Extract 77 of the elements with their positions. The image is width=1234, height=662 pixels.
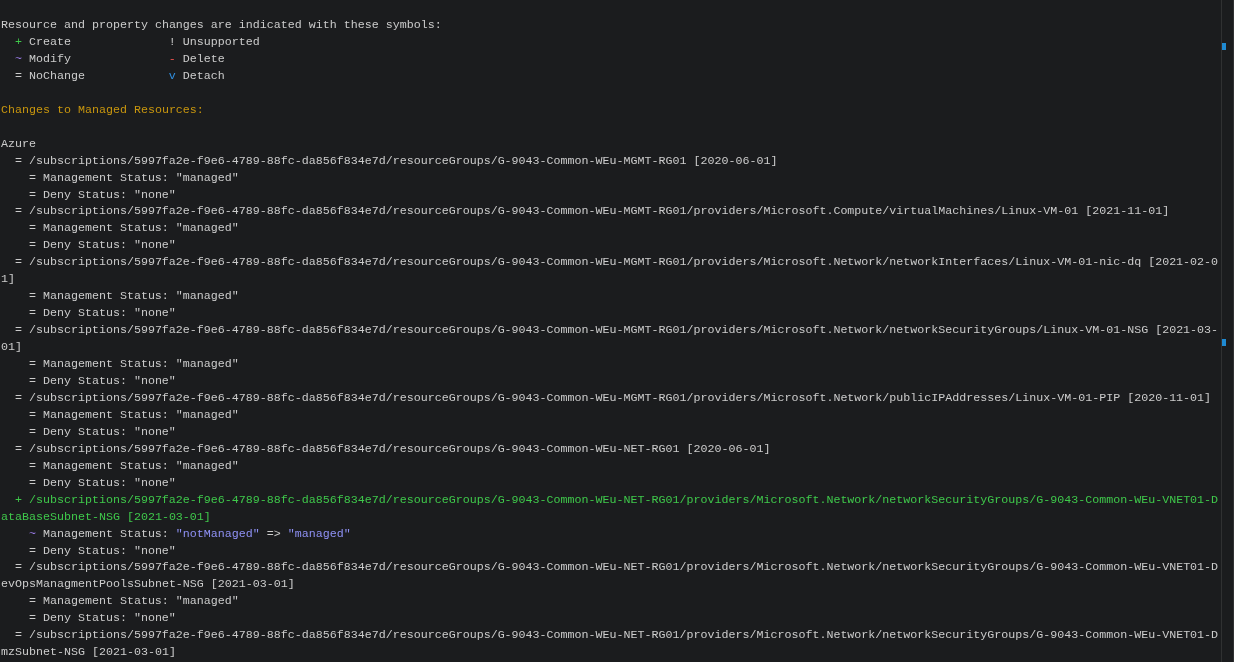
legend-symbol: -	[168, 51, 176, 66]
legend-heading: Resource and property changes are indicated with these symbols:	[1, 18, 442, 32]
change-symbol: =	[28, 221, 36, 236]
legend-symbol: =	[15, 68, 22, 83]
change-symbol: =	[28, 475, 36, 490]
property-value: "managed"	[175, 170, 239, 185]
change-symbol: =	[28, 594, 36, 609]
property-value: "managed"	[175, 458, 239, 473]
property-name: Deny Status:	[42, 238, 127, 253]
value-after: "managed"	[287, 526, 351, 541]
resource-line: = /subscriptions/5997fa2e-f9e6-4789-88fc-da856f834e7d/resourceGroups/G-9043-Common-WEu-MGMT-RG01/providers/Microsoft.Network/networkInterfaces/Linux-VM-01-nic-dq [2021-02-01]	[1, 255, 1219, 287]
property-name: Deny Status:	[42, 543, 127, 558]
change-symbol: =	[28, 611, 36, 626]
resource-line: = /subscriptions/5997fa2e-f9e6-4789-88fc-da856f834e7d/resourceGroups/G-9043-Common-WEu-MGMT-RG01/providers/Microsoft.Network/publicIPAddresses/Linux-VM-01-PIP [2020-11-01]	[15, 390, 1212, 405]
change-symbol: ~	[28, 526, 36, 541]
change-symbol: =	[28, 357, 36, 372]
change-symbol: =	[28, 374, 36, 388]
change-symbol: =	[28, 289, 36, 304]
legend-symbol: ~	[15, 51, 22, 66]
property-value: "none"	[133, 424, 176, 439]
property-value: "managed"	[175, 357, 239, 372]
property-name: Management Status:	[42, 407, 169, 422]
value-before: "notManaged"	[175, 526, 260, 541]
property-name: Deny Status:	[42, 374, 127, 388]
property-name: Deny Status:	[42, 187, 127, 202]
property-value: "managed"	[175, 221, 239, 236]
resource-line: = /subscriptions/5997fa2e-f9e6-4789-88fc-da856f834e7d/resourceGroups/G-9043-Common-WEu-NET-RG01/providers/Microsoft.Network/networkSecurityGroups/G-9043-Common-WEu-VNET01-DmzSubnet-NSG [2021-03-01]	[1, 628, 1219, 660]
property-name: Management Status:	[42, 289, 169, 304]
property-name: Management Status:	[42, 594, 169, 609]
legend-label: Create	[28, 34, 71, 49]
scrollbar[interactable]	[1221, 0, 1234, 662]
property-name: Deny Status:	[42, 306, 127, 321]
property-value: "none"	[133, 475, 176, 490]
legend-label: NoChange	[28, 68, 85, 83]
legend-label: Detach	[182, 68, 225, 83]
property-value: "managed"	[175, 594, 239, 609]
legend-label: Modify	[28, 51, 71, 66]
change-symbol: =	[28, 543, 36, 558]
section-heading: Changes to Managed Resources:	[1, 102, 204, 117]
legend-label: Unsupported	[182, 34, 260, 49]
provider-heading: Azure	[1, 136, 36, 151]
property-name: Deny Status:	[42, 475, 127, 490]
change-symbol: =	[28, 238, 36, 253]
property-value: "none"	[133, 306, 176, 321]
property-value: "managed"	[175, 289, 239, 304]
change-symbol: =	[28, 458, 36, 473]
legend-symbol: +	[15, 34, 22, 49]
resource-line: = /subscriptions/5997fa2e-f9e6-4789-88fc-da856f834e7d/resourceGroups/G-9043-Common-WEu-MGMT-RG01/providers/Microsoft.Network/networkSecurityGroups/Linux-VM-01-NSG [2021-03-01]	[1, 323, 1219, 355]
property-value: "none"	[133, 238, 176, 253]
legend-symbol: !	[168, 34, 176, 49]
property-name: Deny Status:	[42, 424, 127, 439]
change-symbol: =	[28, 187, 36, 202]
property-value: "none"	[133, 187, 176, 202]
property-name: Management Status:	[42, 526, 169, 541]
change-symbol: =	[28, 170, 36, 185]
property-name: Management Status:	[42, 357, 169, 372]
scroll-marker-icon	[1222, 43, 1226, 50]
property-name: Management Status:	[42, 170, 169, 185]
resource-line: = /subscriptions/5997fa2e-f9e6-4789-88fc-da856f834e7d/resourceGroups/G-9043-Common-WEu-NET-RG01/providers/Microsoft.Network/networkSecurityGroups/G-9043-Common-WEu-VNET01-DevOpsManagmentPoolsSubnet-NSG [2021-03-01]	[1, 560, 1219, 592]
change-symbol: =	[28, 424, 36, 439]
property-value: "none"	[133, 611, 176, 626]
resource-line: = /subscriptions/5997fa2e-f9e6-4789-88fc-da856f834e7d/resourceGroups/G-9043-Common-WEu-MGMT-RG01 [2020-06-01]	[15, 153, 778, 168]
change-symbol: =	[28, 407, 36, 422]
transition-arrow: =>	[266, 526, 281, 541]
scroll-marker-icon	[1222, 339, 1226, 346]
resource-line: = /subscriptions/5997fa2e-f9e6-4789-88fc-da856f834e7d/resourceGroups/G-9043-Common-WEu-NET-RG01 [2020-06-01]	[15, 441, 771, 456]
property-value: "none"	[133, 374, 176, 388]
legend-symbol: v	[168, 68, 176, 83]
change-symbol: =	[28, 306, 36, 321]
property-name: Management Status:	[42, 221, 169, 236]
property-name: Deny Status:	[42, 611, 127, 626]
legend-label: Delete	[182, 51, 225, 66]
resource-line: + /subscriptions/5997fa2e-f9e6-4789-88fc-da856f834e7d/resourceGroups/G-9043-Common-WEu-NET-RG01/providers/Microsoft.Network/networkSecurityGroups/G-9043-Common-WEu-VNET01-DataBaseSubnet-NSG [2021-03-01]	[1, 492, 1219, 524]
resource-line: = /subscriptions/5997fa2e-f9e6-4789-88fc-da856f834e7d/resourceGroups/G-9043-Common-WEu-MGMT-RG01/providers/Microsoft.Compute/virtualMachines/Linux-VM-01 [2021-11-01]	[15, 204, 1170, 219]
property-name: Management Status:	[42, 458, 169, 473]
property-value: "none"	[133, 543, 176, 558]
property-value: "managed"	[175, 407, 239, 422]
